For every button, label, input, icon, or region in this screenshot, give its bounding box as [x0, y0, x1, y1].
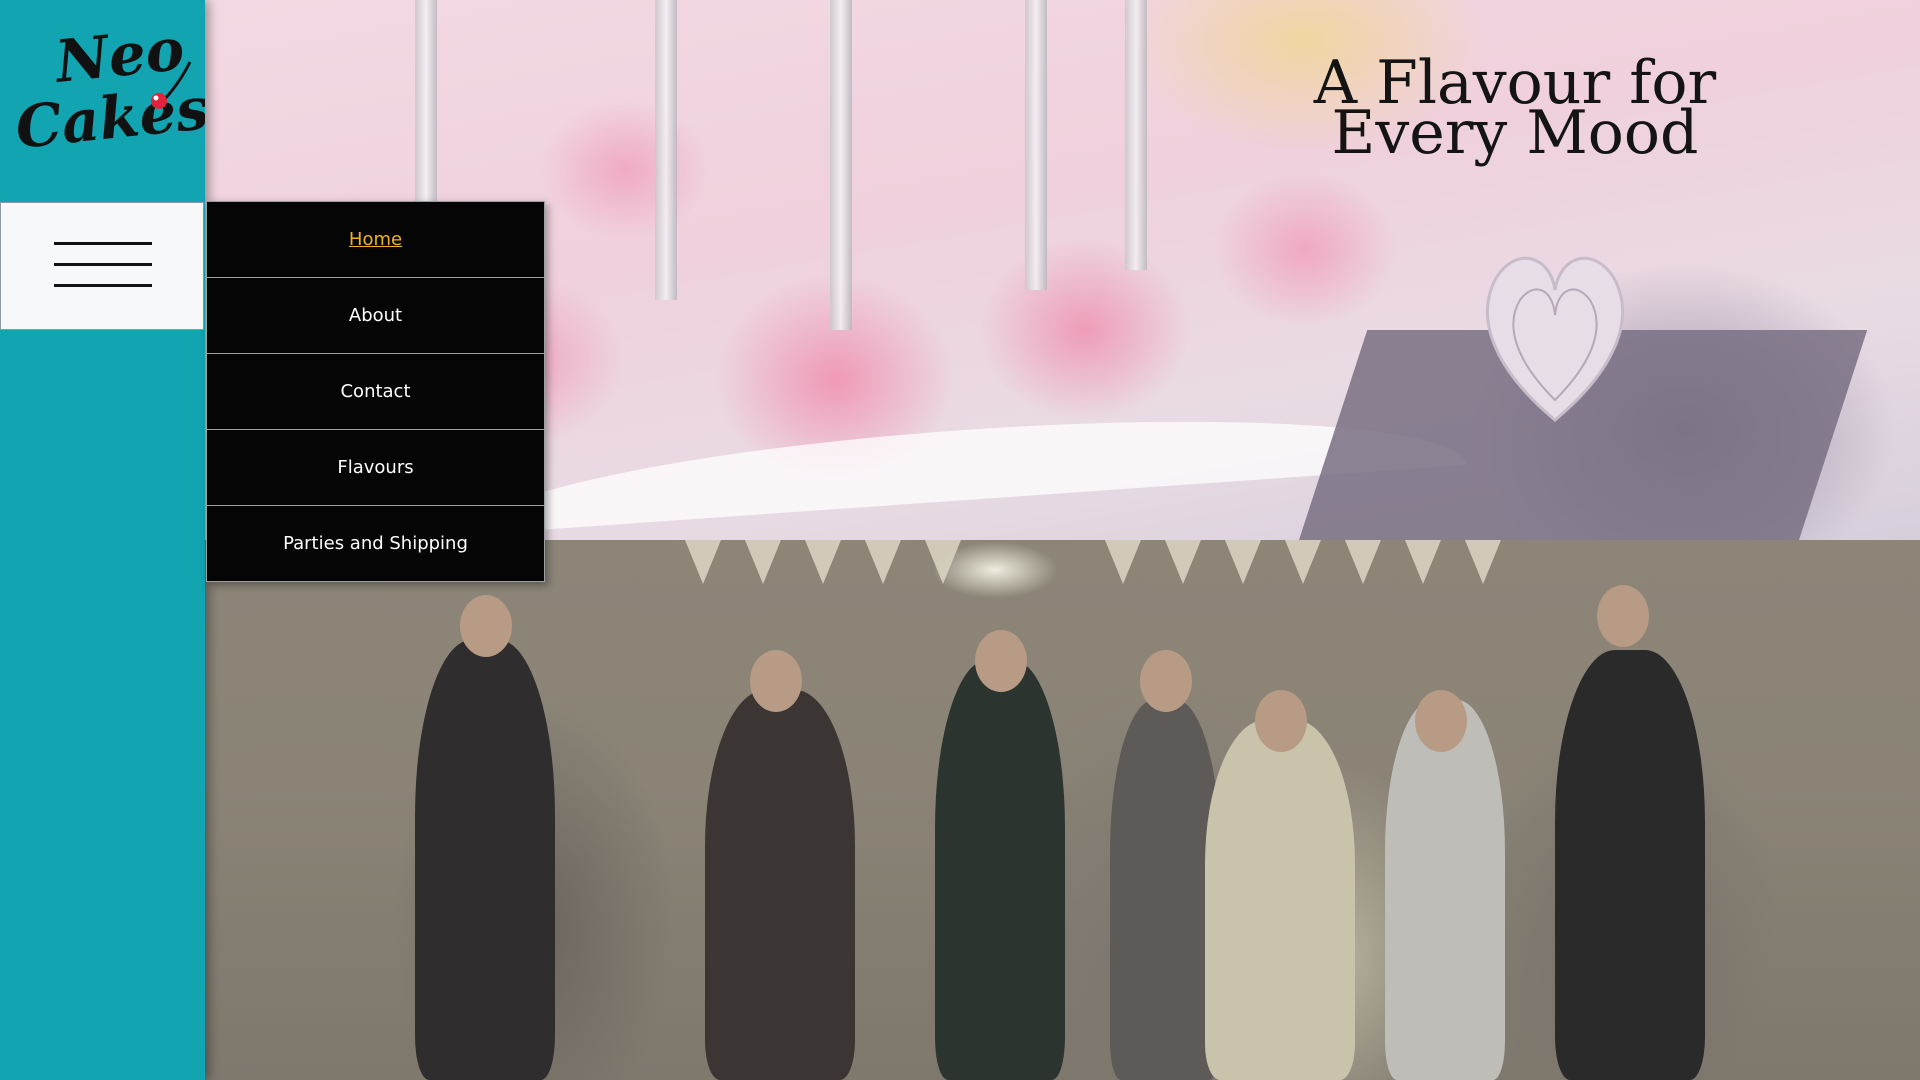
- nav-item-home[interactable]: Home: [206, 201, 545, 278]
- cherry-icon: [151, 93, 167, 109]
- nav-item-label: Flavours: [337, 457, 414, 478]
- nav-dropdown: Home About Contact Flavours Parties and …: [206, 201, 545, 582]
- nav-item-contact[interactable]: Contact: [206, 353, 545, 430]
- menu-toggle-button[interactable]: [0, 202, 204, 330]
- hamburger-icon-bar: [54, 263, 152, 266]
- nav-item-label: Contact: [340, 381, 411, 402]
- hamburger-icon-bar: [54, 242, 152, 245]
- nav-item-label: Parties and Shipping: [283, 533, 468, 554]
- page: Neo Cakes A Flavour for Every Mood Home …: [0, 0, 1920, 1080]
- nav-item-parties-shipping[interactable]: Parties and Shipping: [206, 505, 545, 582]
- brand-logo[interactable]: Neo Cakes: [0, 0, 205, 200]
- neo-cakes-logo: Neo Cakes: [12, 15, 205, 162]
- nav-item-label: Home: [348, 229, 403, 250]
- hamburger-icon-bar: [54, 284, 152, 287]
- nav-item-about[interactable]: About: [206, 277, 545, 354]
- nav-item-label: About: [348, 305, 403, 326]
- party-dancing-photo: [205, 540, 1920, 1080]
- nav-item-flavours[interactable]: Flavours: [206, 429, 545, 506]
- heart-ornament-icon: [1486, 256, 1624, 422]
- hero-title: A Flavour for Every Mood: [1313, 48, 1717, 168]
- sidebar: Neo Cakes: [0, 0, 205, 1080]
